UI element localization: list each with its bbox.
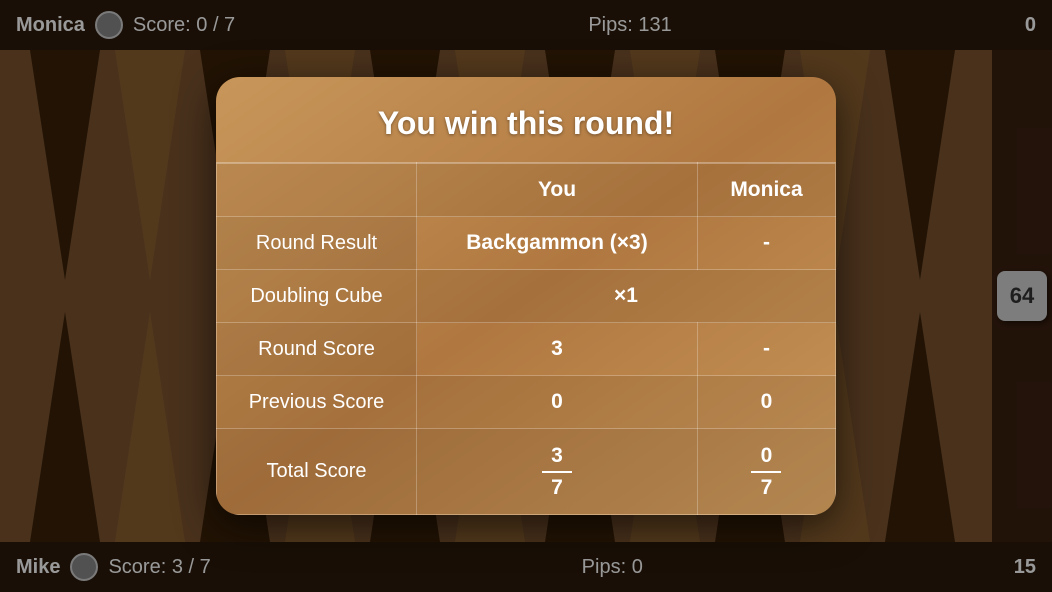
col-header-you: You	[417, 163, 698, 217]
round-result-modal: You win this round! You Monica Round Res…	[216, 77, 836, 514]
table-row-round-score: Round Score 3 -	[217, 323, 836, 376]
round-score-label: Round Score	[217, 323, 417, 376]
total-score-you-numerator: 3	[551, 443, 563, 468]
table-row-total-score: Total Score 3 7 0 7	[217, 429, 836, 514]
table-row-round-result: Round Result Backgammon (×3) -	[217, 217, 836, 270]
previous-score-opponent: 0	[697, 376, 835, 429]
total-score-label: Total Score	[217, 429, 417, 514]
modal-title: You win this round!	[216, 77, 836, 162]
total-score-you-fraction: 3 7	[542, 443, 572, 499]
fraction-line-opp	[751, 471, 781, 473]
round-result-label: Round Result	[217, 217, 417, 270]
total-score-opp-fraction: 0 7	[751, 443, 781, 499]
total-score-you: 3 7	[417, 429, 698, 514]
fraction-line-you	[542, 471, 572, 473]
round-score-opponent: -	[697, 323, 835, 376]
table-header-row: You Monica	[217, 163, 836, 217]
col-header-label	[217, 163, 417, 217]
total-score-opp-denominator: 7	[761, 475, 773, 500]
previous-score-label: Previous Score	[217, 376, 417, 429]
round-result-you: Backgammon (×3)	[417, 217, 698, 270]
round-result-opponent: -	[697, 217, 835, 270]
score-table: You Monica Round Result Backgammon (×3) …	[216, 162, 836, 514]
doubling-cube-label: Doubling Cube	[217, 270, 417, 323]
doubling-cube-value-display: ×1	[417, 270, 836, 323]
total-score-opp-numerator: 0	[761, 443, 773, 468]
table-row-doubling-cube: Doubling Cube ×1	[217, 270, 836, 323]
total-score-you-denominator: 7	[551, 475, 563, 500]
col-header-opponent: Monica	[697, 163, 835, 217]
table-row-previous-score: Previous Score 0 0	[217, 376, 836, 429]
previous-score-you: 0	[417, 376, 698, 429]
total-score-opponent: 0 7	[697, 429, 835, 514]
round-score-you: 3	[417, 323, 698, 376]
modal-overlay: You win this round! You Monica Round Res…	[0, 0, 1052, 592]
